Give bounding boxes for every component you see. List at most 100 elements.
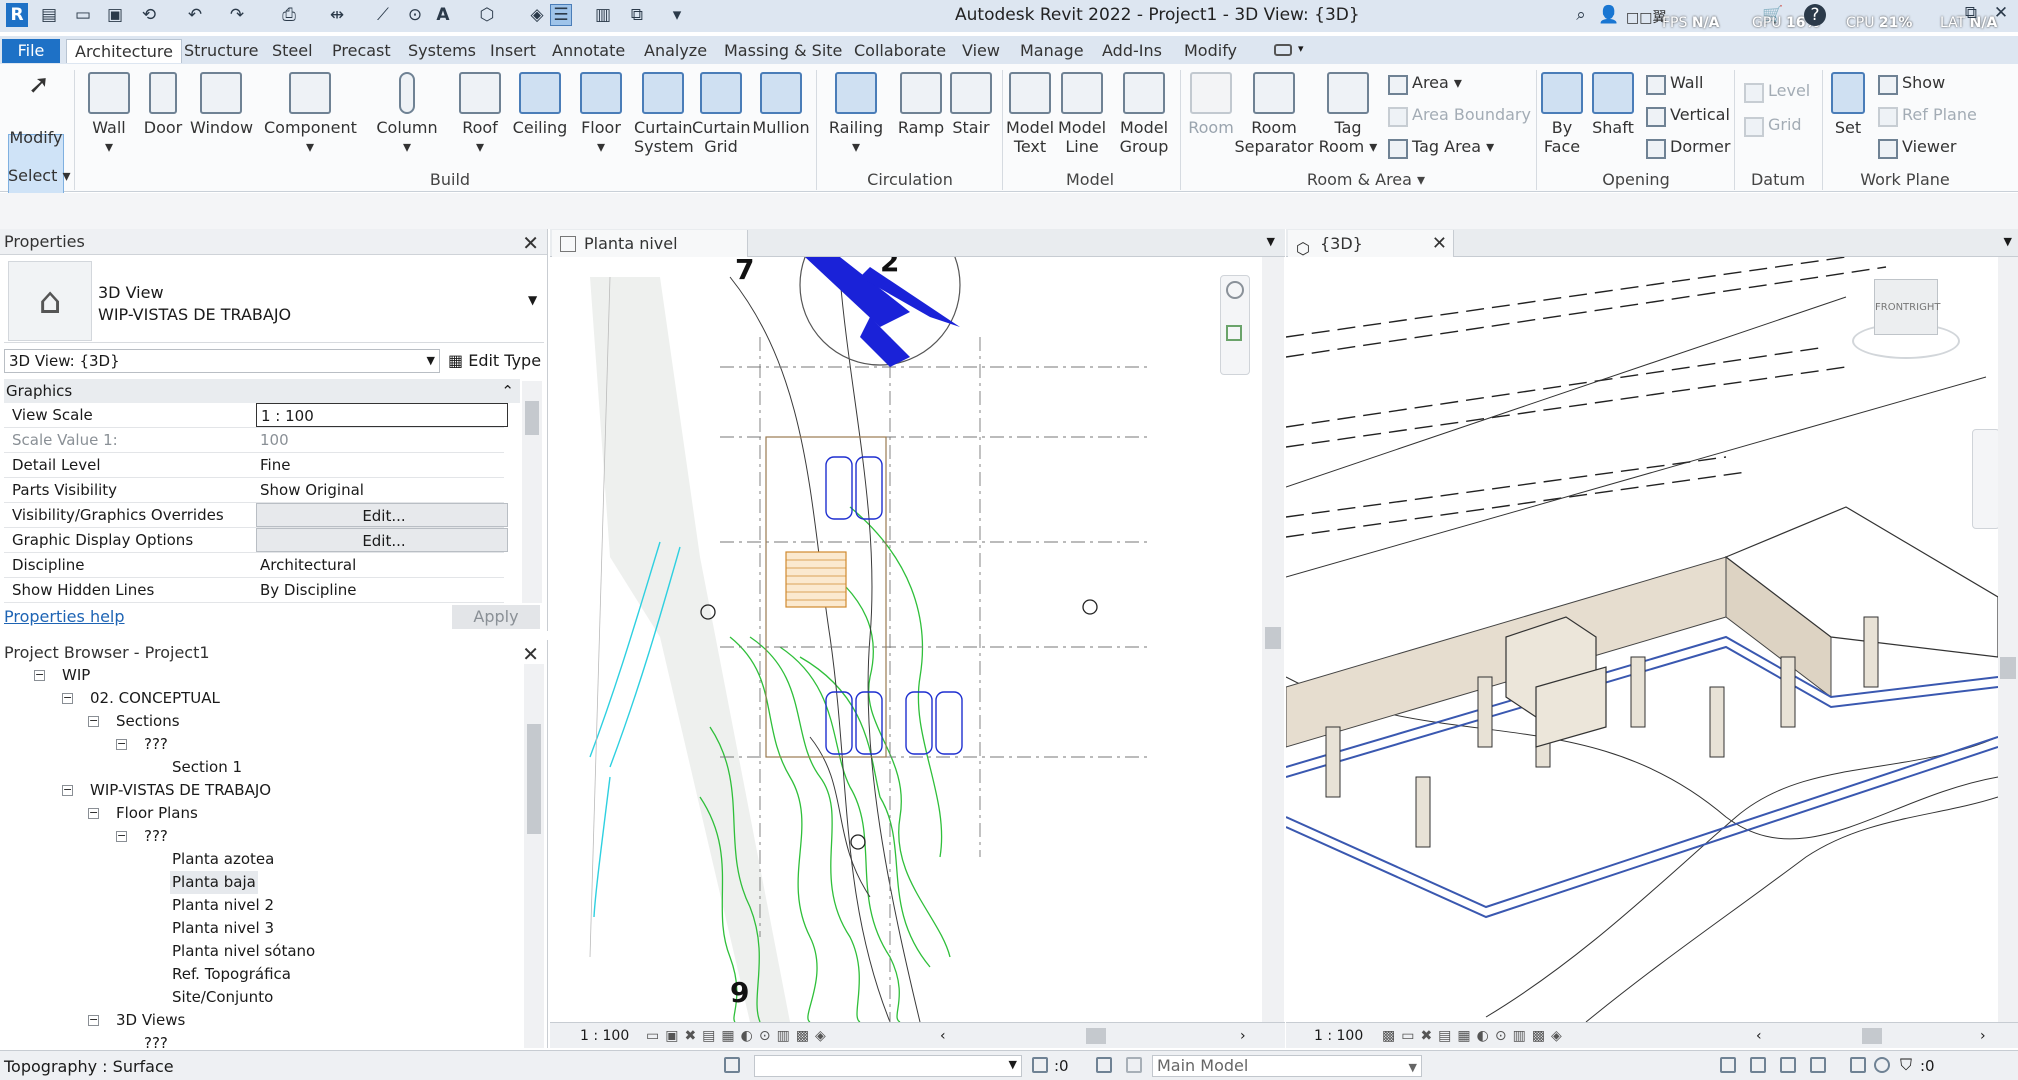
roof-button[interactable]: Roof ▾ — [456, 72, 504, 156]
tab-add-ins[interactable]: Add-Ins — [1094, 39, 1170, 63]
collapse-icon[interactable]: − — [88, 1014, 99, 1026]
room-separator-button[interactable]: Room Separator — [1234, 72, 1314, 156]
cube-front-label[interactable]: FRONT — [1875, 302, 1909, 313]
model-group-button[interactable]: Model Group — [1118, 72, 1170, 156]
curtain-grid-button[interactable]: Curtain Grid — [692, 72, 751, 156]
select-links-icon[interactable] — [1720, 1057, 1736, 1073]
save-icon[interactable]: ▣ — [104, 4, 126, 26]
close-icon[interactable]: ✕ — [1432, 230, 1447, 257]
tree-item[interactable]: Site/Conjunto — [172, 986, 273, 1009]
floor-button[interactable]: Floor ▾ — [576, 72, 626, 156]
level-button[interactable]: Level — [1742, 80, 1810, 103]
tree-item[interactable]: Section 1 — [172, 756, 242, 779]
ref-plane-button[interactable]: Ref Plane — [1876, 104, 1977, 127]
design-options-icon[interactable] — [1096, 1057, 1112, 1073]
tab-3d[interactable]: ⬡ {3D} ✕ — [1288, 230, 1454, 258]
close-icon[interactable]: ✕ — [522, 230, 539, 256]
tree-item[interactable]: ??? — [144, 825, 168, 848]
set-workplane-button[interactable]: Set — [1828, 72, 1868, 137]
collapse-icon[interactable]: − — [34, 669, 45, 681]
cube-right-label[interactable]: RIGHT — [1909, 302, 1940, 313]
tab-systems[interactable]: Systems — [400, 39, 484, 63]
panel-toggle-icon[interactable] — [1274, 44, 1292, 56]
scroll-thumb[interactable] — [1265, 627, 1281, 649]
print-icon[interactable]: ⎙ — [278, 4, 300, 26]
tree-item[interactable]: 3D Views — [116, 1009, 185, 1032]
wall-button[interactable]: Wall ▾ — [84, 72, 134, 156]
tree-item[interactable]: Planta nivel 2 — [172, 894, 274, 917]
revit-logo-icon[interactable]: R — [6, 3, 28, 27]
component-button[interactable]: Component ▾ — [264, 72, 357, 156]
tag-icon[interactable]: ⊙ — [404, 4, 426, 26]
select-by-face-icon[interactable] — [1810, 1057, 1826, 1073]
dormer-button[interactable]: Dormer — [1644, 136, 1730, 159]
instance-selector[interactable]: 3D View: {3D} ▼ — [4, 349, 440, 373]
tree-item[interactable]: ??? — [144, 733, 168, 756]
scroll-left-icon[interactable]: ‹ — [940, 1023, 946, 1049]
tree-item[interactable]: Planta azotea — [172, 848, 274, 871]
tag-room-button[interactable]: Tag Room ▾ — [1318, 72, 1378, 156]
navigation-bar[interactable] — [1972, 429, 2000, 529]
view-controls-icons[interactable]: ▭▣✖▤▦◐⊙▥▩◈ — [646, 1023, 832, 1049]
help-icon[interactable]: ? — [1804, 4, 1826, 26]
shaft-button[interactable]: Shaft — [1588, 72, 1638, 137]
select-underlay-icon[interactable] — [1750, 1057, 1766, 1073]
tab-modify[interactable]: Modify — [1176, 39, 1245, 63]
switch-windows-icon[interactable]: ⧉ — [626, 4, 648, 26]
tab-massing-site[interactable]: Massing & Site — [716, 39, 850, 63]
3d-vscrollbar[interactable] — [1998, 257, 2018, 1022]
area-button[interactable]: Area ▾ — [1386, 72, 1462, 95]
tree-item[interactable]: Sections — [116, 710, 180, 733]
tag-area-button[interactable]: Tag Area ▾ — [1386, 136, 1494, 159]
tab-architecture[interactable]: Architecture — [66, 39, 182, 63]
show-workplane-button[interactable]: Show — [1876, 72, 1945, 95]
dimension-icon[interactable]: ⟋ — [372, 4, 394, 26]
vertical-opening-button[interactable]: Vertical — [1644, 104, 1730, 127]
view-cube-box[interactable]: FRONT RIGHT — [1874, 279, 1940, 335]
model-text-button[interactable]: Model Text — [1004, 72, 1056, 156]
drag-elements-icon[interactable] — [1850, 1057, 1866, 1073]
window-button[interactable]: Window — [190, 72, 253, 137]
chevron-down-icon[interactable]: ▾ — [1298, 42, 1304, 55]
tab-view[interactable]: View — [954, 39, 1008, 63]
prop-row-hidden-lines[interactable]: Show Hidden Lines By Discipline — [4, 578, 504, 603]
tree-item[interactable]: Planta nivel 3 — [172, 917, 274, 940]
search-icon[interactable]: ⌕ — [1570, 4, 1592, 26]
tab-steel[interactable]: Steel — [264, 39, 321, 63]
ceiling-button[interactable]: Ceiling — [512, 72, 568, 137]
user-icon[interactable]: 👤 — [1598, 4, 1620, 26]
model-line-button[interactable]: Model Line — [1056, 72, 1108, 156]
3d-view-icon[interactable]: ⬡ — [476, 4, 498, 26]
zoom-icon[interactable] — [1226, 325, 1242, 341]
scroll-right-icon[interactable]: › — [1980, 1023, 1986, 1049]
3d-model-drawing[interactable] — [1286, 257, 1998, 1022]
mullion-button[interactable]: Mullion — [750, 72, 812, 137]
railing-button[interactable]: Railing ▾ — [826, 72, 886, 156]
sync-icon[interactable]: ⟲ — [138, 4, 160, 26]
worksets-icon[interactable] — [724, 1057, 740, 1073]
plan-drawing[interactable]: 7 2 9 — [550, 257, 1262, 1022]
hscroll-thumb[interactable] — [1862, 1028, 1882, 1044]
hscroll-thumb[interactable] — [1086, 1028, 1106, 1044]
3d-scale-label[interactable]: 1 : 100 — [1314, 1023, 1363, 1049]
tree-item[interactable]: WIP-VISTAS DE TRABAJO — [90, 779, 271, 802]
user-name[interactable]: □□翼 — [1626, 7, 1666, 27]
type-selector[interactable]: ⌂ 3D View WIP-VISTAS DE TRABAJO ▼ — [4, 259, 544, 343]
collapse-icon[interactable]: − — [88, 807, 99, 819]
tree-item-selected[interactable]: Planta baja — [170, 871, 258, 894]
redo-icon[interactable]: ↷ — [226, 4, 248, 26]
edit-type-button[interactable]: ▦ Edit Type — [448, 349, 541, 373]
tree-item[interactable]: WIP — [62, 664, 90, 687]
tree-item[interactable]: 02. CONCEPTUAL — [90, 687, 220, 710]
tree-item[interactable]: ??? — [144, 1032, 168, 1048]
tab-menu-icon[interactable]: ▼ — [2004, 235, 2012, 248]
graphics-group-header[interactable]: Graphics ⌃ — [4, 379, 520, 403]
scroll-thumb[interactable] — [525, 401, 539, 435]
view-cube[interactable]: FRONT RIGHT — [1846, 269, 1966, 369]
chevron-down-icon[interactable]: ▼ — [528, 293, 537, 307]
view-controls-icons[interactable]: ▩▭✖▤▦◐⊙▥▩◈ — [1382, 1023, 1568, 1049]
collapse-icon[interactable]: − — [62, 784, 73, 796]
3d-view-window[interactable]: ⬡ {3D} ✕ ▼ FRONT RIGHT 1: 100 ▩▭✖▤▦◐⊙▥▩… — [1286, 229, 2018, 1048]
select-pinned-icon[interactable] — [1780, 1057, 1796, 1073]
home-icon[interactable]: ▤ — [38, 4, 60, 26]
